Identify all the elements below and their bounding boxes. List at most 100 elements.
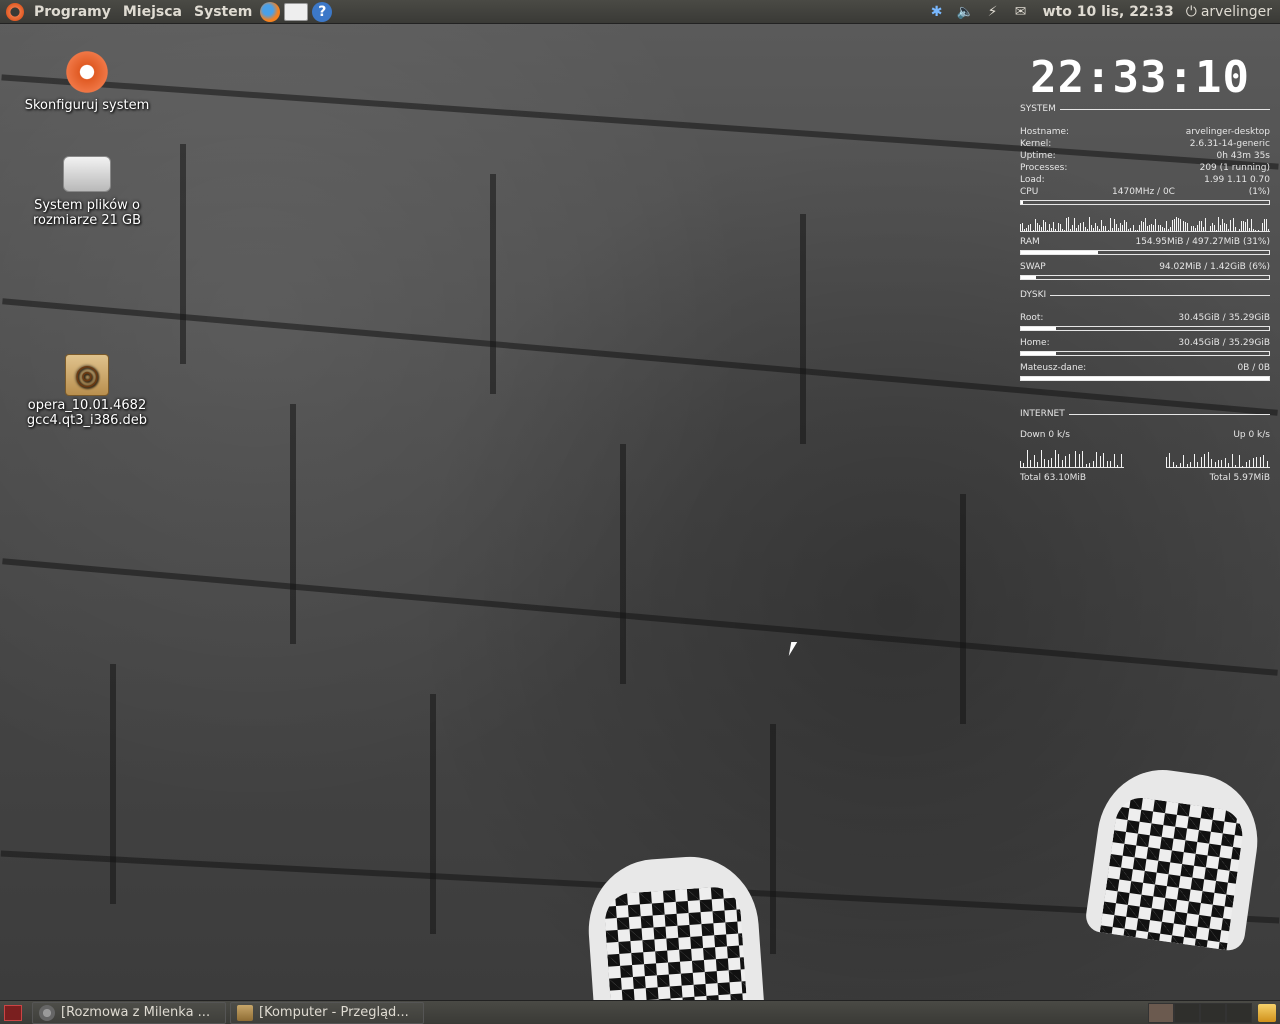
download-graph <box>1020 447 1124 468</box>
graph-spike <box>1044 459 1045 467</box>
graph-spike <box>1107 461 1108 467</box>
graph-spike <box>1085 227 1086 231</box>
graph-spike <box>1072 225 1073 231</box>
graph-spike <box>1253 458 1254 467</box>
menu-places[interactable]: Miejsca <box>117 0 188 24</box>
graph-spike <box>1201 457 1202 467</box>
graph-spike <box>1158 225 1159 231</box>
user-menu[interactable]: ⏻ arvelinger <box>1186 4 1272 20</box>
graph-spike <box>1153 225 1154 231</box>
firefox-launcher-icon[interactable] <box>260 1 281 22</box>
graph-spike <box>1218 460 1219 467</box>
graph-spike <box>1268 229 1269 231</box>
taskbar-item-file-browser[interactable]: [Komputer - Przegląd... <box>230 1001 424 1024</box>
upload-graph <box>1166 447 1270 468</box>
graph-spike <box>1095 223 1096 231</box>
graph-spike <box>1203 227 1204 231</box>
workspace-4[interactable] <box>1226 1002 1252 1023</box>
desktop-icon-filesystem[interactable]: System plików o rozmiarze 21 GB <box>22 148 152 228</box>
workspace-2[interactable] <box>1174 1002 1200 1023</box>
trash-icon[interactable] <box>1258 1003 1276 1022</box>
graph-spike <box>1130 228 1131 231</box>
workspace-3[interactable] <box>1200 1002 1226 1023</box>
load-row: Load: 1.99 1.11 0.70 <box>1020 175 1270 185</box>
graph-spike <box>1232 454 1233 467</box>
desktop-icon-opera-deb[interactable]: ◎ opera_10.01.4682 gcc4.qt3_i386.deb <box>22 350 152 428</box>
panel-clock[interactable]: wto 10 lis, 22:33 <box>1043 4 1174 20</box>
desktop-icon-configure-system[interactable]: Skonfiguruj system <box>22 48 152 113</box>
graph-spike <box>1185 222 1186 231</box>
help-launcher-icon[interactable]: ? <box>312 1 333 22</box>
graph-spike <box>1255 230 1256 231</box>
taskbar-item-chat[interactable]: [Rozmowa z Milenka ... <box>32 1001 226 1024</box>
graph-spike <box>1034 455 1035 467</box>
ubuntu-logo-icon[interactable] <box>6 2 24 21</box>
graph-spike <box>1149 225 1150 231</box>
ubuntu-config-icon <box>63 48 111 96</box>
graph-spike <box>1118 228 1119 231</box>
graph-spike <box>1135 230 1136 231</box>
graph-spike <box>1041 450 1042 467</box>
graph-spike <box>1201 221 1202 231</box>
graph-spike <box>1249 228 1250 231</box>
graph-spike <box>1120 223 1121 231</box>
graph-spike <box>1062 460 1063 467</box>
graph-spike <box>1051 228 1052 231</box>
graph-spike <box>1068 217 1069 231</box>
graph-spike <box>1093 228 1094 231</box>
graph-spike <box>1043 220 1044 231</box>
graph-spike <box>1197 462 1198 467</box>
graph-spike <box>1147 226 1148 231</box>
graph-spike <box>1101 220 1102 231</box>
graph-spike <box>1121 454 1122 467</box>
graph-spike <box>1190 462 1191 467</box>
graph-spike <box>1047 230 1048 231</box>
graph-spike <box>1035 219 1036 231</box>
shoe-right <box>1083 761 1267 953</box>
menu-applications[interactable]: Programy <box>28 0 117 24</box>
graph-spike <box>1070 229 1071 231</box>
show-desktop-button[interactable] <box>4 1004 22 1021</box>
graph-spike <box>1037 462 1038 467</box>
mail-indicator-icon[interactable]: ✉ <box>1013 4 1029 20</box>
data-disk-row: Mateusz-dane: 0B / 0B <box>1020 363 1270 373</box>
mail-launcher-icon[interactable] <box>284 2 309 21</box>
graph-spike <box>1235 465 1236 467</box>
graph-spike <box>1065 456 1066 467</box>
graph-spike <box>1064 230 1065 231</box>
menu-system[interactable]: System <box>188 0 258 24</box>
graph-spike <box>1141 221 1142 231</box>
graph-spike <box>1178 218 1179 231</box>
graph-spike <box>1055 450 1056 467</box>
graph-spike <box>1027 450 1028 467</box>
conky-clock: 22:33:10 <box>1030 52 1250 103</box>
graph-spike <box>1099 229 1100 231</box>
volume-icon[interactable]: 🔈 <box>957 4 974 20</box>
graph-spike <box>1110 218 1111 231</box>
shoe-left <box>583 852 767 1000</box>
graph-spike <box>1039 225 1040 231</box>
graph-spike <box>1267 461 1268 467</box>
graph-spike <box>1049 224 1050 231</box>
network-icon[interactable]: ⚡ <box>985 4 1001 20</box>
graph-spike <box>1174 219 1175 231</box>
user-name: arvelinger <box>1200 3 1272 20</box>
graph-spike <box>1228 463 1229 467</box>
graph-spike <box>1103 226 1104 231</box>
graph-spike <box>1241 221 1242 231</box>
graph-spike <box>1224 223 1225 231</box>
graph-spike <box>1093 461 1094 467</box>
graph-spike <box>1041 227 1042 231</box>
graph-spike <box>1239 455 1240 467</box>
graph-spike <box>1173 462 1174 467</box>
graph-spike <box>1251 219 1252 231</box>
graph-spike <box>1225 458 1226 467</box>
graph-spike <box>1080 223 1081 231</box>
graph-spike <box>1242 466 1243 467</box>
graph-spike <box>1053 222 1054 231</box>
workspace-1[interactable] <box>1148 1002 1174 1023</box>
graph-spike <box>1216 230 1217 231</box>
graph-spike <box>1221 460 1222 467</box>
bluetooth-icon[interactable]: ✱ <box>929 4 945 20</box>
graph-spike <box>1143 222 1144 231</box>
